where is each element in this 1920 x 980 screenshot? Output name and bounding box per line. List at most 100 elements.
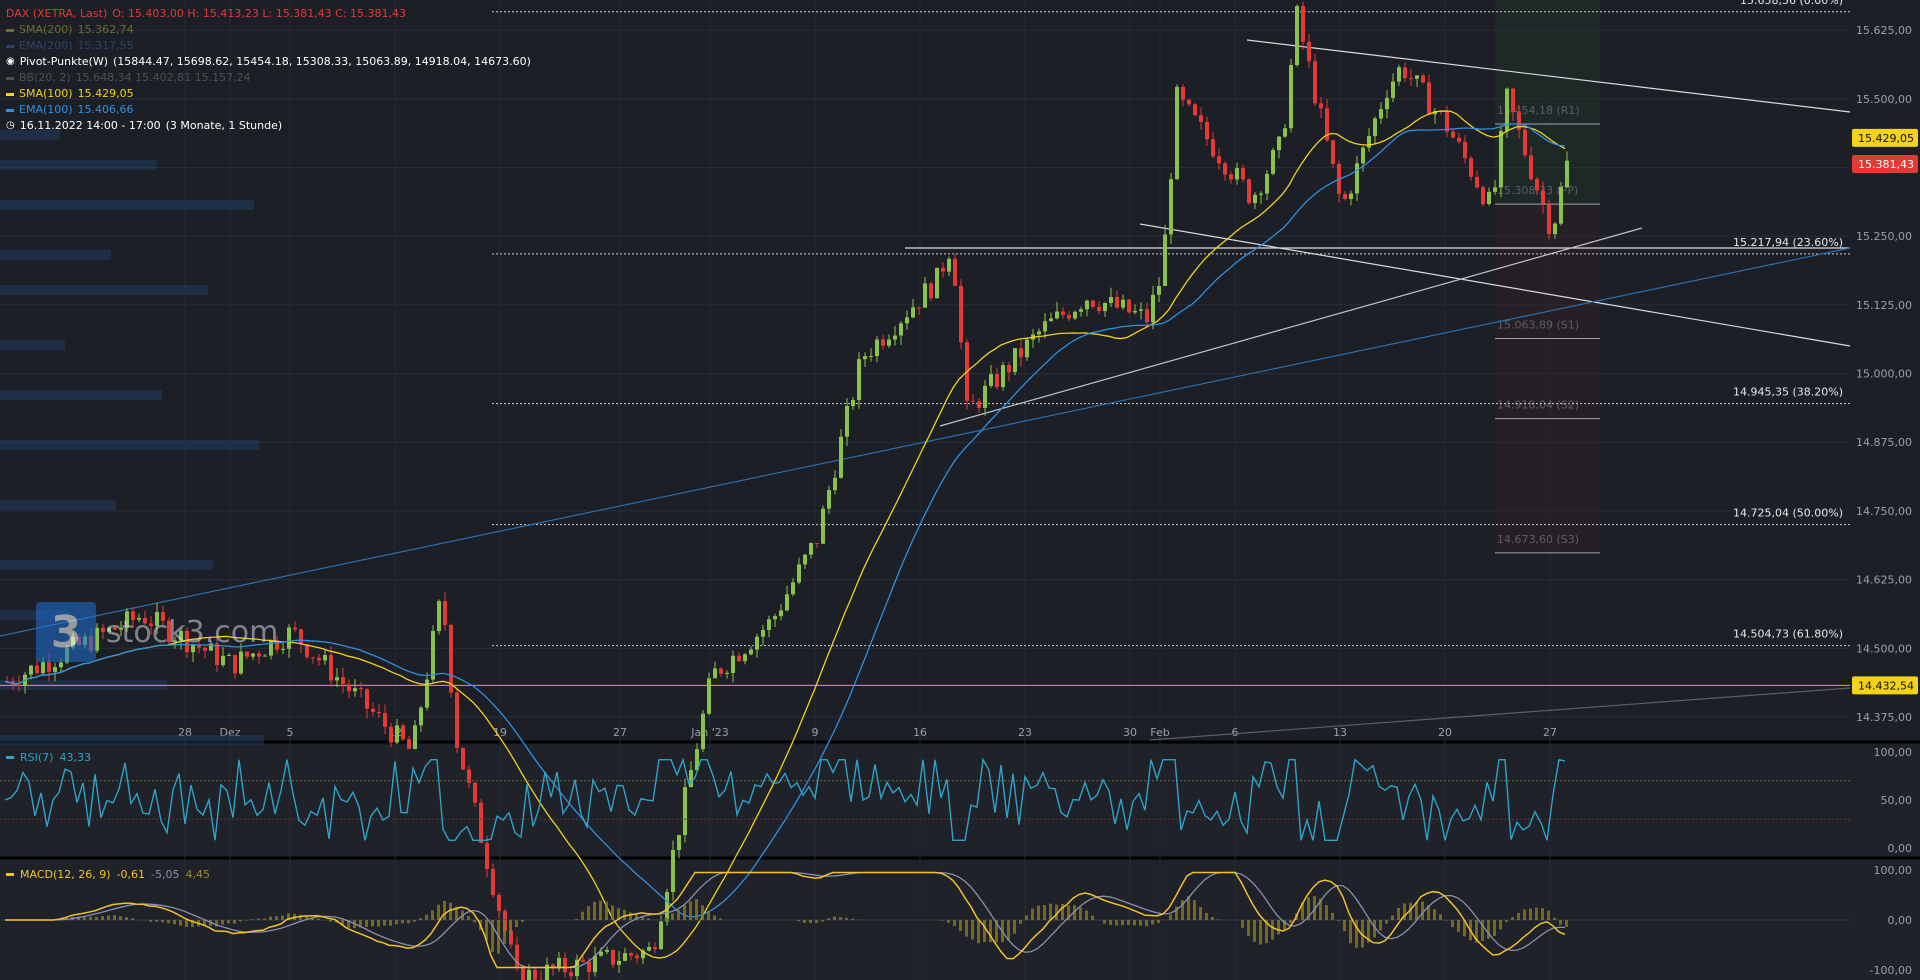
instrument-header[interactable]: DAX (XETRA, Last) O: 15.403,00 H: 15.413… — [6, 6, 531, 22]
volume-profile-bar — [0, 560, 213, 570]
legend-name: EMA(100) — [19, 103, 73, 116]
macd-hist-bar — [1535, 907, 1538, 920]
macd-hist-bar — [695, 899, 698, 920]
macd-hist-bar — [1493, 920, 1496, 937]
candle-body — [1259, 193, 1263, 195]
macd-hist-bar — [521, 920, 524, 922]
macd-hist-bar — [1253, 920, 1256, 942]
candle-body — [29, 665, 33, 675]
candle-body — [611, 949, 615, 965]
macd-hist-bar — [581, 911, 584, 920]
candle-body — [1121, 299, 1125, 308]
candle-body — [623, 953, 627, 961]
candle-body — [803, 554, 807, 565]
candle-body — [497, 895, 501, 911]
macd-hist-bar — [1211, 917, 1214, 920]
candle-body — [449, 625, 453, 693]
macd-hist-bar — [149, 920, 152, 922]
macd-hist-bar — [407, 920, 410, 924]
volume-profile-bar — [0, 735, 264, 745]
legend-swatch — [6, 108, 14, 112]
candle-body — [17, 684, 21, 686]
macd-legend[interactable]: MACD(12, 26, 9) -0,61 -5,05 4,45 — [6, 868, 210, 881]
macd-hist-bar — [257, 918, 260, 920]
candle-body — [305, 644, 309, 658]
pivot-zone-lower — [1495, 204, 1600, 553]
macd-hist-bar — [119, 916, 122, 920]
legend-value: 15.648,34 15.402,81 15.157,24 — [75, 71, 251, 84]
candle-body — [1469, 158, 1473, 177]
volume-profile-bar — [0, 250, 111, 260]
rsi-legend[interactable]: RSI(7) 43,33 — [6, 751, 91, 764]
candle-body — [1157, 286, 1161, 295]
macd-hist-bar — [1031, 908, 1034, 920]
macd-hist-bar — [185, 920, 188, 927]
chart-canvas[interactable]: 14.375,00 14.500,00 14.625,00 14.750,00 14.8… — [0, 0, 1920, 980]
macd-hist-bar — [1349, 920, 1352, 944]
candle-body — [581, 959, 585, 962]
candle-body — [761, 630, 765, 637]
candle-body — [1541, 190, 1545, 205]
legend-item[interactable]: ◷ 16.11.2022 14:00 - 17:00 (3 Monate, 1 St… — [6, 118, 531, 134]
clock-icon: ◷ — [6, 120, 15, 131]
candle-body — [329, 654, 333, 681]
macd-hist-bar — [821, 920, 824, 922]
candle-body — [443, 601, 447, 626]
candle-body — [281, 648, 285, 650]
candle-body — [1379, 109, 1383, 119]
candle-body — [311, 657, 315, 659]
candle-body — [1403, 67, 1407, 79]
candle-body — [1223, 163, 1227, 175]
macd-hist-bar — [611, 905, 614, 920]
candle-body — [563, 957, 567, 973]
legend-item[interactable]: SMA(200) 15.362,74 — [6, 22, 531, 38]
macd-hist-bar — [953, 920, 956, 927]
macd-hist-bar — [395, 920, 398, 925]
legend-item[interactable]: EMA(200) 15.317,55 — [6, 38, 531, 54]
candle-body — [719, 668, 723, 674]
candle-body — [875, 339, 879, 357]
macd-hist-bar — [677, 910, 680, 920]
candle-body — [35, 665, 39, 674]
legend-item[interactable]: EMA(100) 15.406,66 — [6, 102, 531, 118]
macd-hist-bar — [1379, 920, 1382, 931]
macd-hist-bar — [803, 920, 806, 923]
macd-hist-bar — [1115, 920, 1118, 926]
macd-hist-bar — [1151, 920, 1154, 925]
candle-body — [521, 966, 525, 980]
price-tag-label: 14.432,54 — [1858, 679, 1914, 692]
macd-tick-label: 0,00 — [1888, 914, 1913, 927]
candle-body — [1019, 348, 1023, 358]
macd-hist-bar — [1331, 912, 1334, 920]
candle-body — [1535, 179, 1539, 191]
y-tick-label: 14.500,00 — [1856, 642, 1912, 655]
candle-body — [437, 601, 441, 632]
macd-hist-bar — [1103, 920, 1106, 924]
candle-body — [1493, 187, 1497, 192]
candle-body — [1343, 193, 1347, 199]
macd-hist-bar — [647, 918, 650, 920]
candle-body — [1217, 156, 1221, 164]
candle-body — [1247, 179, 1251, 204]
macd-hist-bar — [1397, 908, 1400, 920]
candle-body — [731, 655, 735, 673]
candle-body — [659, 921, 663, 950]
candle-body — [707, 678, 711, 714]
candle-body — [1499, 130, 1503, 188]
legend-item[interactable]: BB(20, 2) 15.648,34 15.402,81 15.157,24 — [6, 70, 531, 86]
x-tick-label: Feb — [1150, 726, 1169, 739]
candle-body — [347, 684, 351, 692]
legend-item[interactable]: SMA(100) 15.429,05 — [6, 86, 531, 102]
macd-hist-bar — [983, 920, 986, 943]
instrument-name: DAX (XETRA, Last) — [6, 7, 108, 20]
macd-hist-bar — [1193, 900, 1196, 920]
pivot-label: 15.454,18 (R1) — [1497, 104, 1580, 117]
candle-body — [797, 564, 801, 583]
legend-item[interactable]: ◉ Pivot-Punkte(W) (15844.47, 15698.62, 154… — [6, 54, 531, 70]
macd-hist-bar — [719, 918, 722, 920]
candle-body — [785, 594, 789, 611]
candle-body — [1487, 191, 1491, 204]
macd-hist-bar — [1289, 920, 1292, 924]
macd-hist-bar — [233, 920, 236, 924]
macd-hist-bar — [599, 900, 602, 920]
